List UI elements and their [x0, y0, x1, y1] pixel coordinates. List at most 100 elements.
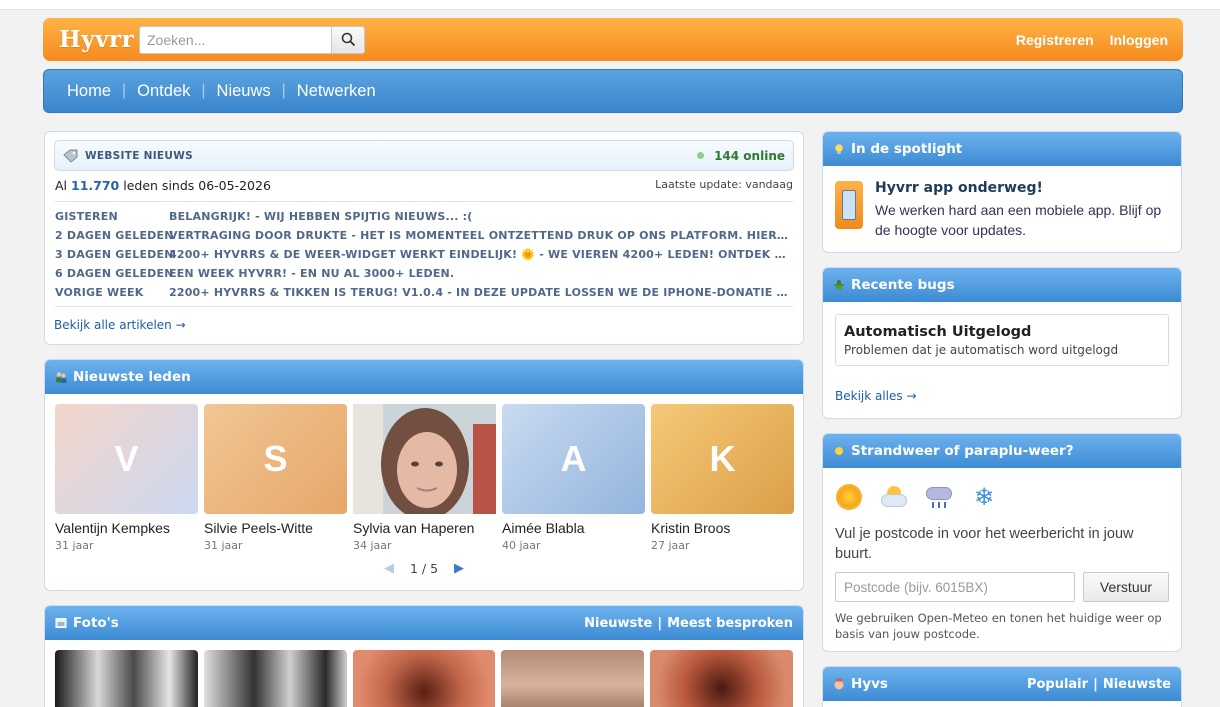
news-item-text: EEN WEEK HYVRR! - EN NU AL 3000+ LEDEN.	[169, 267, 455, 280]
all-bugs-link[interactable]: Bekijk alles →	[835, 389, 917, 403]
member-avatar[interactable]: V	[55, 404, 198, 514]
site-logo[interactable]: Hyvrr	[59, 26, 139, 53]
weather-header: Strandweer of paraplu-weer?	[823, 434, 1181, 468]
members-suffix: leden sinds 06-05-2026	[123, 178, 271, 193]
recent-bugs-panel: Recente bugs Automatisch Uitgelogd Probl…	[822, 267, 1182, 419]
news-item-date: 6 DAGEN GELEDEN	[55, 267, 174, 280]
member-name[interactable]: Silvie Peels-Witte	[204, 520, 347, 536]
nav-nieuws[interactable]: Nieuws	[217, 82, 271, 101]
search-bar	[139, 25, 365, 54]
members-pager: ◀ 1 / 5 ▶	[45, 561, 803, 576]
member-avatar[interactable]: S	[204, 404, 347, 514]
header-links: Registreren Inloggen	[1016, 32, 1168, 48]
photos-newest-link[interactable]: Nieuwste	[584, 616, 652, 631]
postcode-input[interactable]	[835, 572, 1075, 602]
news-item[interactable]: 3 DAGEN GELEDEN 4200+ HYVRRS & DE WEER-WI…	[55, 245, 793, 264]
member-name[interactable]: Kristin Broos	[651, 520, 794, 536]
weather-note: We gebruiken Open-Meteo en tonen het hui…	[835, 611, 1162, 641]
news-item[interactable]: 6 DAGEN GELEDEN EEN WEEK HYVRR! - EN NU A…	[55, 264, 793, 283]
members-count: 11.770	[71, 178, 120, 193]
bugs-header: Recente bugs	[823, 268, 1181, 302]
photo-thumbnail[interactable]	[55, 650, 198, 707]
news-item-date: VORIGE WEEK	[55, 286, 144, 299]
nav-home[interactable]: Home	[67, 82, 111, 101]
search-icon	[341, 32, 355, 47]
hyvs-title: Hyvs	[851, 676, 888, 692]
prev-page-icon[interactable]: ◀	[384, 561, 394, 576]
member-age: 31 jaar	[204, 539, 243, 552]
browser-top-strip	[0, 0, 1220, 10]
bug-item[interactable]: Automatisch Uitgelogd Problemen dat je a…	[835, 314, 1169, 366]
hyvs-header: Hyvs Populair | Nieuwste	[823, 667, 1181, 701]
member-card[interactable]: V Valentijn Kempkes 31 jaar	[55, 404, 198, 552]
next-page-icon[interactable]: ▶	[454, 561, 464, 576]
search-input[interactable]	[139, 25, 331, 54]
member-card[interactable]: Sylvia van Haperen 34 jaar	[353, 404, 496, 552]
website-news-panel: WEBSITE NIEUWS 144 online Al 11.770 lede…	[44, 131, 804, 345]
news-item[interactable]: VORIGE WEEK 2200+ HYVRRS & TIKKEN IS TERU…	[55, 283, 793, 302]
bug-title: Automatisch Uitgelogd	[844, 324, 1032, 340]
tag-icon	[63, 149, 78, 163]
submit-postcode-button[interactable]: Verstuur	[1083, 572, 1169, 602]
spotlight-headline[interactable]: Hyvrr app onderweg!	[875, 180, 1169, 196]
member-avatar-photo[interactable]	[353, 404, 496, 514]
face-photo	[353, 404, 496, 514]
search-button[interactable]	[331, 25, 365, 54]
member-avatar[interactable]: K	[651, 404, 794, 514]
news-item-text: 2200+ HYVRRS & TIKKEN IS TERUG! V1.0.4 -…	[169, 286, 793, 299]
hyvs-popular-link[interactable]: Populair	[1027, 677, 1088, 692]
member-card[interactable]: S Silvie Peels-Witte 31 jaar	[204, 404, 347, 552]
rain-icon	[926, 484, 952, 510]
online-count-text: 144 online	[714, 148, 785, 163]
nav-separator: |	[201, 82, 206, 99]
member-age: 31 jaar	[55, 539, 94, 552]
member-avatar[interactable]: A	[502, 404, 645, 514]
photos-most-discussed-link[interactable]: Meest besproken	[667, 616, 793, 631]
nav-separator: |	[281, 82, 286, 99]
newest-members-panel: Nieuwste leden V Valentijn Kempkes 31 ja…	[44, 359, 804, 591]
photo-thumbnail[interactable]	[501, 650, 645, 707]
news-item-date: 3 DAGEN GELEDEN	[55, 248, 174, 261]
hyvs-sort: Populair | Nieuwste	[1026, 676, 1171, 692]
news-item-text: VERTRAGING DOOR DRUKTE - HET IS MOMENTEE…	[169, 229, 793, 242]
lightbulb-icon	[835, 144, 843, 154]
main-nav: Home | Ontdek | Nieuws | Netwerken	[43, 69, 1183, 113]
members-prefix: Al	[55, 178, 68, 193]
mobile-phone-icon	[835, 181, 863, 229]
nav-separator: |	[122, 82, 127, 99]
news-item-text: 4200+ HYVRRS & DE WEER-WIDGET WERKT EIND…	[169, 248, 793, 261]
members-panel-header: Nieuwste leden	[45, 360, 803, 394]
bug-icon	[834, 280, 844, 290]
nav-netwerken[interactable]: Netwerken	[297, 82, 376, 101]
member-name[interactable]: Sylvia van Haperen	[353, 520, 496, 536]
spotlight-body: Hyvrr app onderweg! We werken hard aan e…	[823, 166, 1181, 240]
member-name[interactable]: Aimée Blabla	[502, 520, 645, 536]
register-link[interactable]: Registreren	[1016, 32, 1094, 48]
hyvs-newest-link[interactable]: Nieuwste	[1103, 677, 1171, 692]
sun-icon	[836, 484, 862, 510]
news-header: WEBSITE NIEUWS 144 online	[54, 140, 794, 171]
partly-cloudy-icon	[881, 484, 907, 510]
member-age: 34 jaar	[353, 539, 392, 552]
member-name[interactable]: Valentijn Kempkes	[55, 520, 198, 536]
weather-title: Strandweer of paraplu-weer?	[851, 443, 1074, 459]
nav-ontdek[interactable]: Ontdek	[137, 82, 190, 101]
site-header: Hyvrr Registreren Inloggen	[43, 18, 1183, 61]
photos-panel-title: Foto's	[73, 615, 119, 631]
bug-description: Problemen dat je automatisch word uitgel…	[844, 343, 1119, 357]
login-link[interactable]: Inloggen	[1110, 32, 1168, 48]
members-panel-title: Nieuwste leden	[73, 369, 191, 385]
all-articles-link[interactable]: Bekijk alle artikelen →	[54, 318, 186, 332]
member-card[interactable]: K Kristin Broos 27 jaar	[651, 404, 794, 552]
news-item-date: GISTEREN	[55, 210, 118, 223]
bugs-title: Recente bugs	[851, 277, 955, 293]
member-card[interactable]: A Aimée Blabla 40 jaar	[502, 404, 645, 552]
photo-thumbnail[interactable]	[650, 650, 793, 707]
news-item-text: BELANGRIJK! - WIJ HEBBEN SPIJTIG NIEUWS.…	[169, 210, 473, 223]
photo-thumbnail[interactable]	[352, 650, 496, 707]
news-item[interactable]: 2 DAGEN GELEDEN VERTRAGING DOOR DRUKTE - …	[55, 226, 793, 245]
photo-thumbnail[interactable]	[203, 650, 347, 707]
weather-icons: ❄	[823, 468, 1181, 510]
news-item[interactable]: GISTEREN BELANGRIJK! - WIJ HEBBEN SPIJTIG…	[55, 207, 793, 226]
photos-panel: Foto's Nieuwste | Meest besproken	[44, 605, 804, 707]
